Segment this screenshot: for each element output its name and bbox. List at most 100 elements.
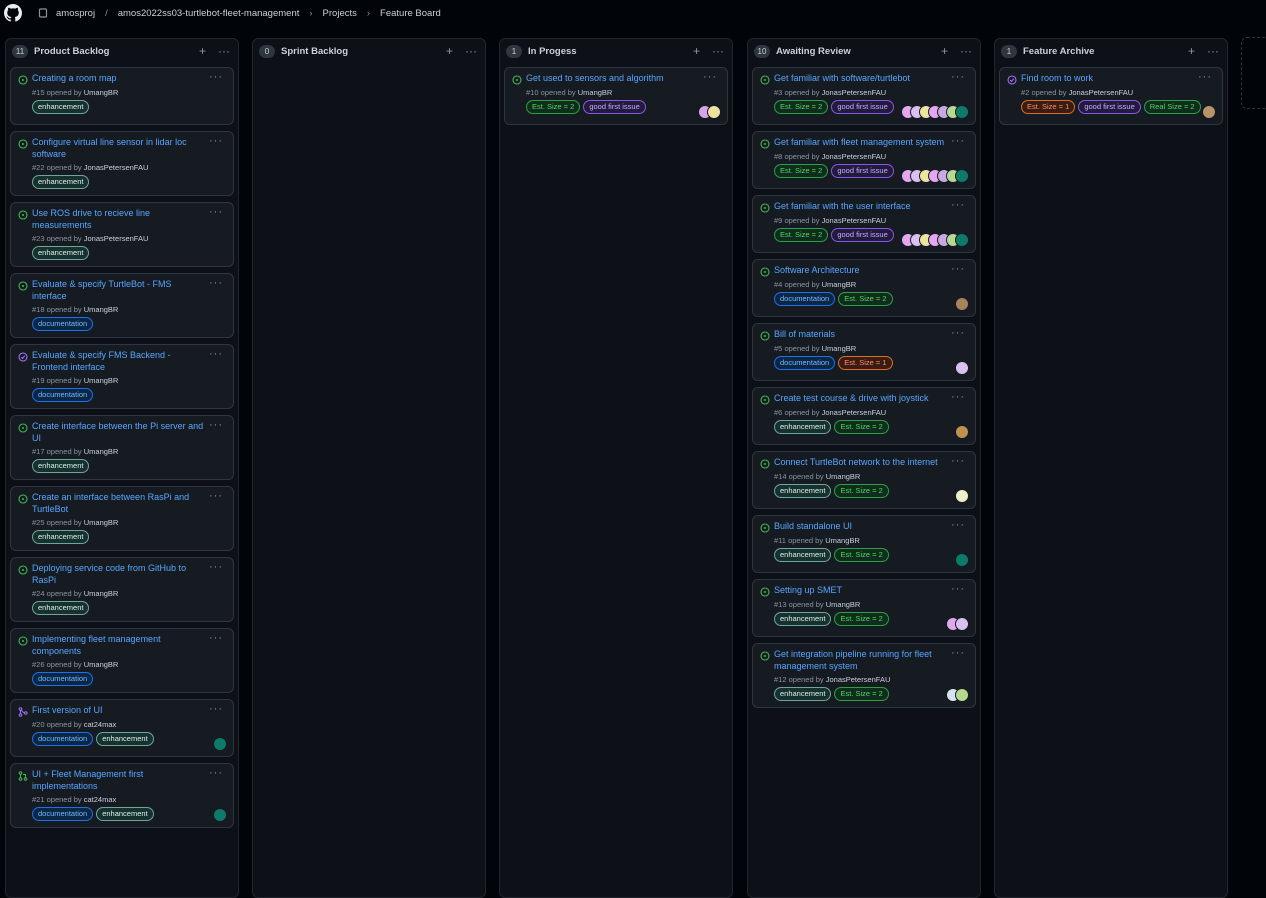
author-name[interactable]: JonasPetersenFAU [1069, 88, 1134, 97]
label-badge[interactable]: good first issue [831, 163, 894, 178]
label-badge[interactable]: Est. Size = 2 [838, 291, 893, 306]
card-title[interactable]: Get familiar with software/turtlebot [774, 73, 967, 85]
label-badge[interactable]: enhancement [32, 175, 90, 189]
card-menu-icon[interactable]: ··· [951, 263, 965, 275]
card-title[interactable]: Deploying service code from GitHub to Ra… [32, 563, 225, 586]
card-menu-icon[interactable]: ··· [209, 348, 223, 360]
avatar[interactable] [955, 617, 969, 631]
column-menu-icon[interactable]: ··· [1207, 45, 1219, 57]
card-menu-icon[interactable]: ··· [209, 71, 223, 83]
label-badge[interactable]: enhancement [774, 611, 832, 626]
issue-card[interactable]: ··· Evaluate & specify FMS Backend - Fron… [10, 344, 234, 409]
add-card-icon[interactable]: + [199, 45, 206, 57]
label-badge[interactable]: enhancement [32, 601, 90, 615]
label-badge[interactable]: documentation [32, 388, 94, 402]
author-name[interactable]: JonasPetersenFAU [84, 234, 149, 243]
label-badge[interactable]: Est. Size = 2 [834, 419, 889, 434]
card-title[interactable]: Build standalone UI [774, 521, 967, 533]
issue-card[interactable]: ··· Build standalone UI #11 opened by Uman… [752, 515, 976, 573]
card-title[interactable]: UI + Fleet Management first implementati… [32, 769, 225, 792]
card-title[interactable]: Get integration pipeline running for fle… [774, 649, 967, 672]
label-badge[interactable]: enhancement [32, 459, 90, 473]
label-badge[interactable]: Est. Size = 2 [834, 687, 889, 701]
breadcrumb-repo[interactable]: amos2022ss03-turtlebot-fleet-management [118, 8, 300, 19]
issue-card[interactable]: ··· Get integration pipeline running for … [752, 643, 976, 708]
label-badge[interactable]: good first issue [1078, 99, 1141, 114]
issue-card[interactable]: ··· Get used to sensors and algorithm #10 … [504, 67, 728, 125]
author-name[interactable]: JonasPetersenFAU [84, 163, 149, 172]
card-title[interactable]: Software Architecture [774, 265, 967, 277]
card-title[interactable]: Implementing fleet management components [32, 634, 225, 657]
card-title[interactable]: Creating a room map [32, 73, 225, 85]
label-badge[interactable]: Est. Size = 2 [834, 547, 889, 562]
issue-card[interactable]: ··· Evaluate & specify TurtleBot - FMS in… [10, 273, 234, 338]
card-title[interactable]: Setting up SMET [774, 585, 967, 597]
label-badge[interactable]: good first issue [831, 227, 894, 242]
avatar[interactable] [955, 297, 969, 311]
column-menu-icon[interactable]: ··· [960, 45, 972, 57]
label-badge[interactable]: documentation [32, 731, 94, 746]
card-menu-icon[interactable]: ··· [951, 583, 965, 595]
author-name[interactable]: JonasPetersenFAU [826, 675, 891, 684]
add-column-button[interactable] [1241, 37, 1266, 109]
label-badge[interactable]: Est. Size = 2 [774, 227, 829, 242]
author-name[interactable]: cat24max [84, 795, 117, 804]
card-menu-icon[interactable]: ··· [951, 391, 965, 403]
column-menu-icon[interactable]: ··· [218, 45, 230, 57]
card-title[interactable]: Bill of materials [774, 329, 967, 341]
label-badge[interactable]: enhancement [774, 687, 832, 701]
author-name[interactable]: UmangBR [84, 88, 119, 97]
label-badge[interactable]: documentation [774, 355, 836, 370]
author-name[interactable]: UmangBR [578, 88, 613, 97]
author-name[interactable]: JonasPetersenFAU [822, 88, 887, 97]
author-name[interactable]: cat24max [84, 720, 117, 729]
label-badge[interactable]: Est. Size = 2 [526, 99, 581, 114]
card-title[interactable]: First version of UI [32, 705, 225, 717]
card-menu-icon[interactable]: ··· [209, 135, 223, 147]
card-menu-icon[interactable]: ··· [951, 199, 965, 211]
avatar[interactable] [955, 105, 969, 119]
author-name[interactable]: UmangBR [84, 447, 119, 456]
card-menu-icon[interactable]: ··· [209, 490, 223, 502]
label-badge[interactable]: enhancement [774, 547, 832, 562]
card-menu-icon[interactable]: ··· [951, 519, 965, 531]
avatar[interactable] [213, 808, 227, 822]
add-card-icon[interactable]: + [941, 45, 948, 57]
card-title[interactable]: Get familiar with the user interface [774, 201, 967, 213]
card-menu-icon[interactable]: ··· [209, 767, 223, 779]
card-menu-icon[interactable]: ··· [209, 206, 223, 218]
issue-card[interactable]: ··· Create test course & drive with joyst… [752, 387, 976, 445]
issue-card[interactable]: ··· Bill of materials #5 opened by UmangBR… [752, 323, 976, 381]
card-title[interactable]: Configure virtual line sensor in lidar l… [32, 137, 225, 160]
label-badge[interactable]: enhancement [774, 419, 832, 434]
add-card-icon[interactable]: + [446, 45, 453, 57]
issue-card[interactable]: ··· Find room to work #2 opened by JonasPe… [999, 67, 1223, 125]
author-name[interactable]: UmangBR [825, 536, 860, 545]
label-badge[interactable]: Est. Size = 2 [834, 483, 889, 498]
label-badge[interactable]: Est. Size = 2 [774, 163, 829, 178]
issue-card[interactable]: ··· UI + Fleet Management first implement… [10, 763, 234, 828]
author-name[interactable]: UmangBR [826, 472, 861, 481]
card-menu-icon[interactable]: ··· [951, 327, 965, 339]
issue-card[interactable]: ··· Create an interface between RasPi and… [10, 486, 234, 551]
author-name[interactable]: JonasPetersenFAU [822, 152, 887, 161]
card-menu-icon[interactable]: ··· [951, 455, 965, 467]
breadcrumb-projects[interactable]: Projects [323, 8, 357, 19]
label-badge[interactable]: documentation [32, 672, 94, 686]
avatar[interactable] [955, 169, 969, 183]
label-badge[interactable]: documentation [32, 807, 94, 821]
issue-card[interactable]: ··· Configure virtual line sensor in lida… [10, 131, 234, 196]
card-menu-icon[interactable]: ··· [209, 561, 223, 573]
card-title[interactable]: Create an interface between RasPi and Tu… [32, 492, 225, 515]
card-menu-icon[interactable]: ··· [209, 703, 223, 715]
issue-card[interactable]: ··· Setting up SMET #13 opened by UmangBR e… [752, 579, 976, 637]
label-badge[interactable]: Est. Size = 2 [774, 99, 829, 114]
label-badge[interactable]: enhancement [32, 246, 90, 260]
author-name[interactable]: UmangBR [822, 344, 857, 353]
card-title[interactable]: Create test course & drive with joystick [774, 393, 967, 405]
issue-card[interactable]: ··· Deploying service code from GitHub to… [10, 557, 234, 622]
author-name[interactable]: UmangBR [84, 518, 119, 527]
add-card-icon[interactable]: + [693, 45, 700, 57]
card-title[interactable]: Get used to sensors and algorithm [526, 73, 719, 85]
label-badge[interactable]: Est. Size = 1 [838, 355, 893, 370]
